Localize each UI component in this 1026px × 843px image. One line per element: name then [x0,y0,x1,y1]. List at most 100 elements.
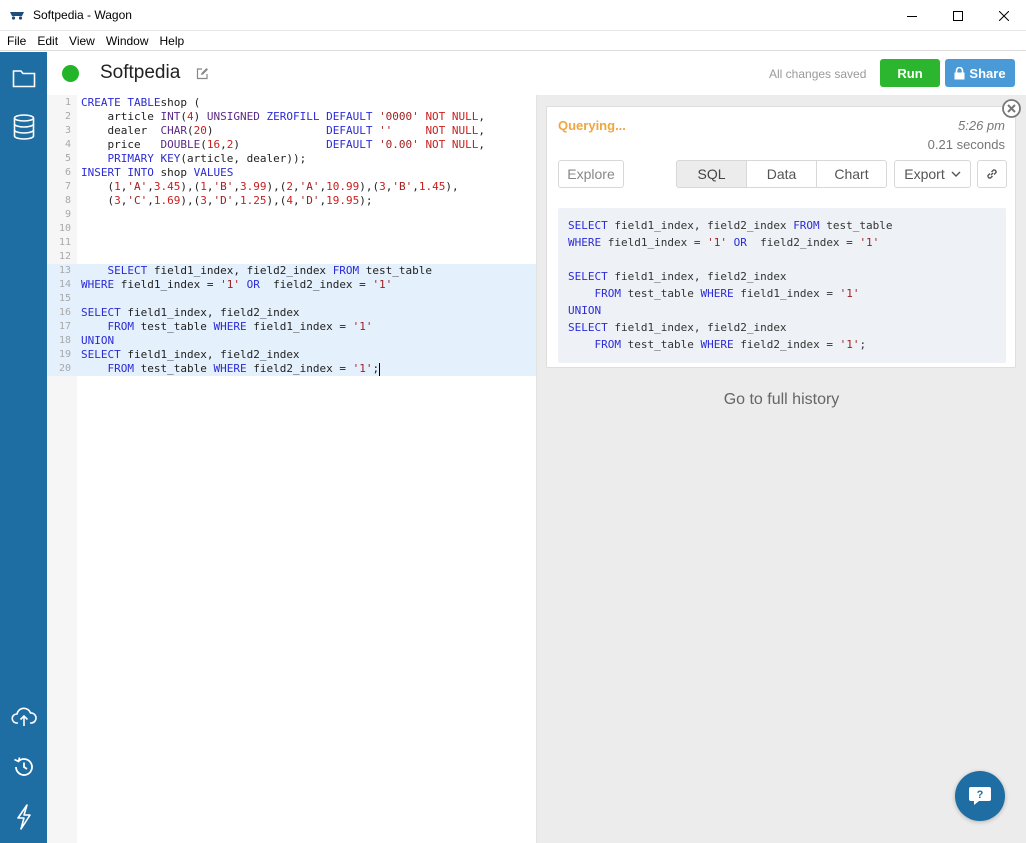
edit-title-icon[interactable] [196,67,209,80]
code-token: ( [81,194,115,207]
minimize-button[interactable] [889,0,935,31]
sidebar-cloud-upload-button[interactable] [0,697,47,737]
code-token: 3.99 [240,180,267,193]
full-history-link[interactable]: Go to full history [537,391,1026,409]
code-token: field1_index = [601,236,708,249]
tab-explore[interactable]: Explore [558,160,624,188]
menu-file[interactable]: File [7,34,26,48]
code-token: DEFAULT [326,138,373,151]
editor-line[interactable]: 9 [47,208,536,222]
menu-help[interactable]: Help [160,34,185,48]
editor-line[interactable]: 15 [47,292,536,306]
editor-line[interactable]: 10 [47,222,536,236]
code-token: 3 [200,194,207,207]
editor-line[interactable]: 13 SELECT field1_index, field2_index FRO… [47,264,536,278]
editor-line[interactable]: 11 [47,236,536,250]
code-token: FROM [594,287,622,300]
sql-preview-line: UNION [568,302,601,319]
line-code: UNION [81,334,114,348]
code-token: , [220,138,227,151]
code-token: test_table [819,219,893,232]
tab-chart[interactable]: Chart [817,160,887,188]
code-token: UNION [81,334,115,347]
code-token: WHERE [700,338,734,351]
code-token: ) [233,138,327,151]
editor-line[interactable]: 4 price DOUBLE(16,2) DEFAULT '0.00' NOT … [47,138,536,152]
code-token: OR [733,236,747,249]
code-token: 'D' [299,194,320,207]
query-time: 5:26 pm [958,118,1005,133]
editor-line[interactable]: 14 WHERE field1_index = '1' OR field2_ind… [47,278,536,292]
editor-line[interactable]: 5 PRIMARY KEY(article, dealer)); [47,152,536,166]
sidebar-lightning-button[interactable] [0,797,47,837]
sidebar-database-button[interactable] [0,107,47,147]
code-token: 19.95 [326,194,360,207]
close-result-icon[interactable] [1002,99,1021,118]
editor-line[interactable]: 17 FROM test_table WHERE field1_index = … [47,320,536,334]
share-button[interactable]: Share [945,59,1015,87]
code-token: ); [359,194,373,207]
code-token: , [478,138,486,151]
sidebar-history-button[interactable] [0,747,47,787]
code-token: 2 [286,180,293,193]
editor-line[interactable]: 16 SELECT field1_index, field2_index [47,306,536,320]
editor-line[interactable]: 2 article INT(4) UNSIGNED ZEROFILL DEFAU… [47,110,536,124]
line-number: 16 [58,307,71,318]
tab-sql[interactable]: SQL [676,160,747,188]
line-code: SELECT field1_index, field2_index FROM t… [81,264,433,278]
editor-line[interactable]: 6 INSERT INTO shop VALUES [47,166,536,180]
database-icon [13,114,34,140]
editor-line[interactable]: 3 dealer CHAR(20) DEFAULT '' NOT NULL, [47,124,536,138]
line-number: 6 [64,167,71,178]
export-dropdown[interactable]: Export [894,160,971,188]
menu-view[interactable]: View [69,34,95,48]
maximize-button[interactable] [935,0,981,31]
text-cursor [379,362,381,376]
close-window-button[interactable] [981,0,1026,31]
line-number: 10 [58,223,71,234]
title-bar: Softpedia - Wagon [0,0,1026,31]
code-token: '' [379,124,393,137]
query-title[interactable]: Softpedia [100,62,180,84]
code-token: ) [193,110,207,123]
sql-preview-line: FROM test_table WHERE field1_index = '1' [568,285,860,302]
code-token: WHERE [568,236,602,249]
line-number: 4 [64,139,71,150]
menu-window[interactable]: Window [106,34,149,48]
sql-preview-line: FROM test_table WHERE field2_index = '1'… [568,336,867,353]
editor-line[interactable]: 12 [47,250,536,264]
svg-text:?: ? [977,789,984,801]
query-status: Querying... [558,118,626,133]
editor-line[interactable]: 20 FROM test_table WHERE field2_index = … [47,362,536,376]
editor-line[interactable]: 8 (3,'C',1.69),(3,'D',1.25),(4,'D',19.95… [47,194,536,208]
code-token: '1' [707,236,727,249]
editor-line[interactable]: 18 UNION [47,334,536,348]
code-token: SELECT [568,321,608,334]
code-token: 1.45 [418,180,446,193]
line-code: (3,'C',1.69),(3,'D',1.25),(4,'D',19.95); [81,194,373,208]
cloud-upload-icon [10,707,37,726]
code-token: '1' [839,287,860,300]
code-token: ZEROFILL [266,110,320,123]
copy-link-button[interactable] [977,160,1007,188]
line-code: SELECT field1_index, field2_index [81,348,300,362]
editor-line[interactable]: 19 SELECT field1_index, field2_index [47,348,536,362]
editor-line[interactable]: 1 CREATE TABLEshop ( [47,96,536,110]
share-label: Share [969,65,1006,81]
line-number: 12 [58,251,71,262]
code-token: 1 [114,180,121,193]
help-chat-button[interactable]: ? [955,771,1005,821]
menu-edit[interactable]: Edit [37,34,58,48]
run-button[interactable]: Run [880,59,940,87]
line-code: dealer CHAR(20) DEFAULT '' NOT NULL, [81,124,485,138]
sql-editor[interactable]: 1 CREATE TABLEshop (2 article INT(4) UNSI… [47,95,537,843]
editor-line[interactable]: 7 (1,'A',3.45),(1,'B',3.99),(2,'A',10.99… [47,180,536,194]
tab-data[interactable]: Data [747,160,817,188]
sidebar-folder-button[interactable] [0,58,47,98]
code-token: field2_index = [733,338,840,351]
line-number: 1 [64,97,71,108]
line-number: 9 [64,209,71,220]
